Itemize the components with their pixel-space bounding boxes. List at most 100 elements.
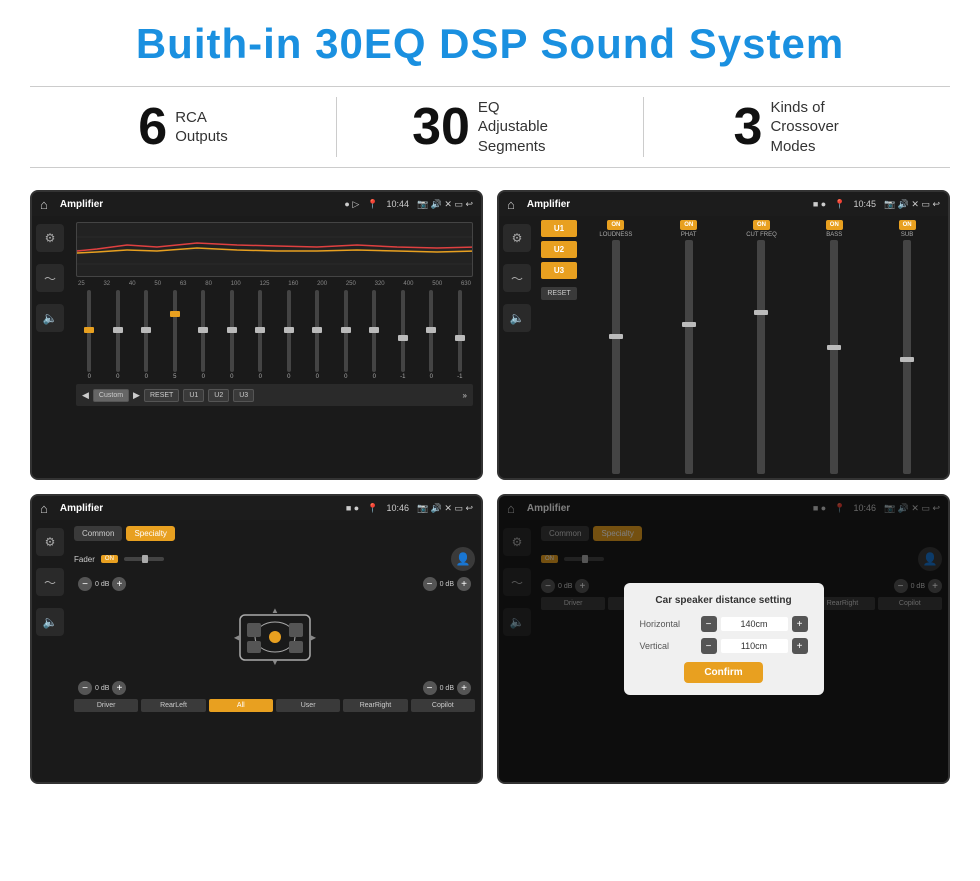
eq-expand-icon[interactable]: » — [463, 391, 467, 400]
crossover-reset-btn[interactable]: RESET — [541, 287, 577, 300]
eq-u2-btn[interactable]: U2 — [208, 389, 229, 402]
channel-sub-slider[interactable] — [903, 240, 911, 474]
eq-sidebar-wave[interactable]: 〜 — [36, 264, 64, 292]
eq-slider-10[interactable]: 0 — [333, 290, 360, 380]
fader-user-btn[interactable]: User — [276, 699, 340, 712]
fader-rearleft-btn[interactable]: RearLeft — [141, 699, 205, 712]
db-bl-plus[interactable]: + — [112, 681, 126, 695]
dialog-horizontal-value: 140cm — [721, 617, 788, 631]
fader-slider[interactable] — [124, 553, 164, 565]
fader-driver-btn[interactable]: Driver — [74, 699, 138, 712]
dialog-vertical-plus[interactable]: + — [792, 638, 808, 654]
channel-bass-slider[interactable] — [830, 240, 838, 474]
stat-eq: 30 EQ AdjustableSegments — [337, 98, 643, 157]
dialog-horizontal-minus[interactable]: − — [701, 616, 717, 632]
screen-eq: ⌂ Amplifier ● ▷ 📍 10:44 📷 🔊 ✕ ▭ ↩ ⚙ 〜 🔈 — [30, 190, 483, 480]
db-br-minus[interactable]: − — [423, 681, 437, 695]
stat-crossover: 3 Kinds ofCrossover Modes — [644, 98, 950, 157]
eq-slider-7[interactable]: 0 — [247, 290, 274, 380]
channel-bass-on[interactable]: ON — [826, 220, 843, 230]
db-tl-minus[interactable]: − — [78, 577, 92, 591]
home-icon[interactable]: ⌂ — [40, 197, 48, 212]
db-tr-plus[interactable]: + — [457, 577, 471, 591]
eq-slider-2[interactable]: 0 — [105, 290, 132, 380]
crossover-sidebar-sliders[interactable]: ⚙ — [503, 224, 531, 252]
eq-slider-12[interactable]: -1 — [390, 290, 417, 380]
eq-u3-btn[interactable]: U3 — [233, 389, 254, 402]
crossover-screen-content: ⚙ 〜 🔈 U1 U2 U3 RESET ON — [499, 216, 948, 478]
channel-loudness-slider[interactable] — [612, 240, 620, 474]
distance-dialog: Car speaker distance setting Horizontal … — [624, 583, 824, 695]
db-bl-minus[interactable]: − — [78, 681, 92, 695]
eq-app-title: Amplifier — [60, 199, 337, 210]
crossover-u3-btn[interactable]: U3 — [541, 262, 577, 279]
fader-sidebar-speaker[interactable]: 🔈 — [36, 608, 64, 636]
eq-u1-btn[interactable]: U1 — [183, 389, 204, 402]
fader-tab-specialty[interactable]: Specialty — [126, 526, 174, 541]
crossover-sidebar-wave[interactable]: 〜 — [503, 264, 531, 292]
eq-slider-1[interactable]: 0 — [76, 290, 103, 380]
crossover-u1-btn[interactable]: U1 — [541, 220, 577, 237]
fader-all-btn[interactable]: All — [209, 699, 273, 712]
main-title: Buith-in 30EQ DSP Sound System — [30, 20, 950, 68]
fader-tab-common[interactable]: Common — [74, 526, 122, 541]
eq-graph — [76, 222, 473, 277]
svg-text:▶: ▶ — [309, 633, 316, 642]
db-top-right: − 0 dB + — [423, 577, 471, 591]
fader-home-icon[interactable]: ⌂ — [40, 501, 48, 516]
db-tl-value: 0 dB — [95, 581, 109, 588]
eq-sidebar-speaker[interactable]: 🔈 — [36, 304, 64, 332]
eq-next-icon[interactable]: ▶ — [133, 390, 140, 401]
eq-slider-14[interactable]: -1 — [447, 290, 474, 380]
db-tr-minus[interactable]: − — [423, 577, 437, 591]
eq-screen-content: ⚙ 〜 🔈 — [32, 216, 481, 478]
crossover-sidebar-speaker[interactable]: 🔈 — [503, 304, 531, 332]
eq-reset-btn[interactable]: RESET — [144, 389, 179, 402]
eq-custom-btn[interactable]: Custom — [93, 389, 129, 402]
channel-loudness: ON LOUDNESS — [581, 220, 651, 474]
eq-prev-icon[interactable]: ◀ — [82, 390, 89, 401]
stat-eq-label: EQ AdjustableSegments — [478, 98, 568, 157]
page-wrapper: Buith-in 30EQ DSP Sound System 6 RCAOutp… — [0, 0, 980, 804]
eq-bottom-bar: ◀ Custom ▶ RESET U1 U2 U3 » — [76, 384, 473, 406]
channel-cutfreq-slider[interactable] — [757, 240, 765, 474]
eq-slider-11[interactable]: 0 — [361, 290, 388, 380]
eq-slider-5[interactable]: 0 — [190, 290, 217, 380]
crossover-home-icon[interactable]: ⌂ — [507, 197, 515, 212]
eq-slider-13[interactable]: 0 — [418, 290, 445, 380]
channel-loudness-on[interactable]: ON — [607, 220, 624, 230]
channel-phat-slider[interactable] — [685, 240, 693, 474]
fader-rearright-btn[interactable]: RearRight — [343, 699, 407, 712]
dialog-vertical-minus[interactable]: − — [701, 638, 717, 654]
eq-slider-6[interactable]: 0 — [219, 290, 246, 380]
crossover-u-buttons: U1 U2 U3 RESET — [541, 220, 577, 474]
eq-slider-3[interactable]: 0 — [133, 290, 160, 380]
eq-graph-svg — [77, 223, 472, 276]
dialog-vertical-value: 110cm — [721, 639, 788, 653]
screenshots-grid: ⌂ Amplifier ● ▷ 📍 10:44 📷 🔊 ✕ ▭ ↩ ⚙ 〜 🔈 — [30, 190, 950, 784]
dialog-horizontal-plus[interactable]: + — [792, 616, 808, 632]
eq-slider-9[interactable]: 0 — [304, 290, 331, 380]
fader-sidebar-wave[interactable]: 〜 — [36, 568, 64, 596]
channel-cutfreq-on[interactable]: ON — [753, 220, 770, 230]
channel-sub-on[interactable]: ON — [899, 220, 916, 230]
channel-bass: ON BASS — [799, 220, 869, 474]
dialog-horizontal-row: Horizontal − 140cm + — [640, 616, 808, 632]
confirm-button[interactable]: Confirm — [684, 662, 762, 683]
svg-text:◀: ◀ — [233, 633, 240, 642]
db-tr-value: 0 dB — [440, 581, 454, 588]
fader-person-icon: 👤 — [451, 547, 475, 571]
eq-sidebar-sliders[interactable]: ⚙ — [36, 224, 64, 252]
channel-phat-on[interactable]: ON — [680, 220, 697, 230]
stat-crossover-number: 3 — [734, 101, 763, 153]
eq-slider-8[interactable]: 0 — [276, 290, 303, 380]
fader-on-badge[interactable]: ON — [101, 555, 118, 563]
db-tl-plus[interactable]: + — [112, 577, 126, 591]
db-br-plus[interactable]: + — [457, 681, 471, 695]
crossover-u2-btn[interactable]: U2 — [541, 241, 577, 258]
eq-slider-4[interactable]: 5 — [162, 290, 189, 380]
fader-dots: ■ ● — [346, 503, 359, 513]
fader-copilot-btn[interactable]: Copilot — [411, 699, 475, 712]
fader-bottom-btns: Driver RearLeft All User RearRight Copil… — [74, 699, 475, 712]
fader-sidebar-sliders[interactable]: ⚙ — [36, 528, 64, 556]
